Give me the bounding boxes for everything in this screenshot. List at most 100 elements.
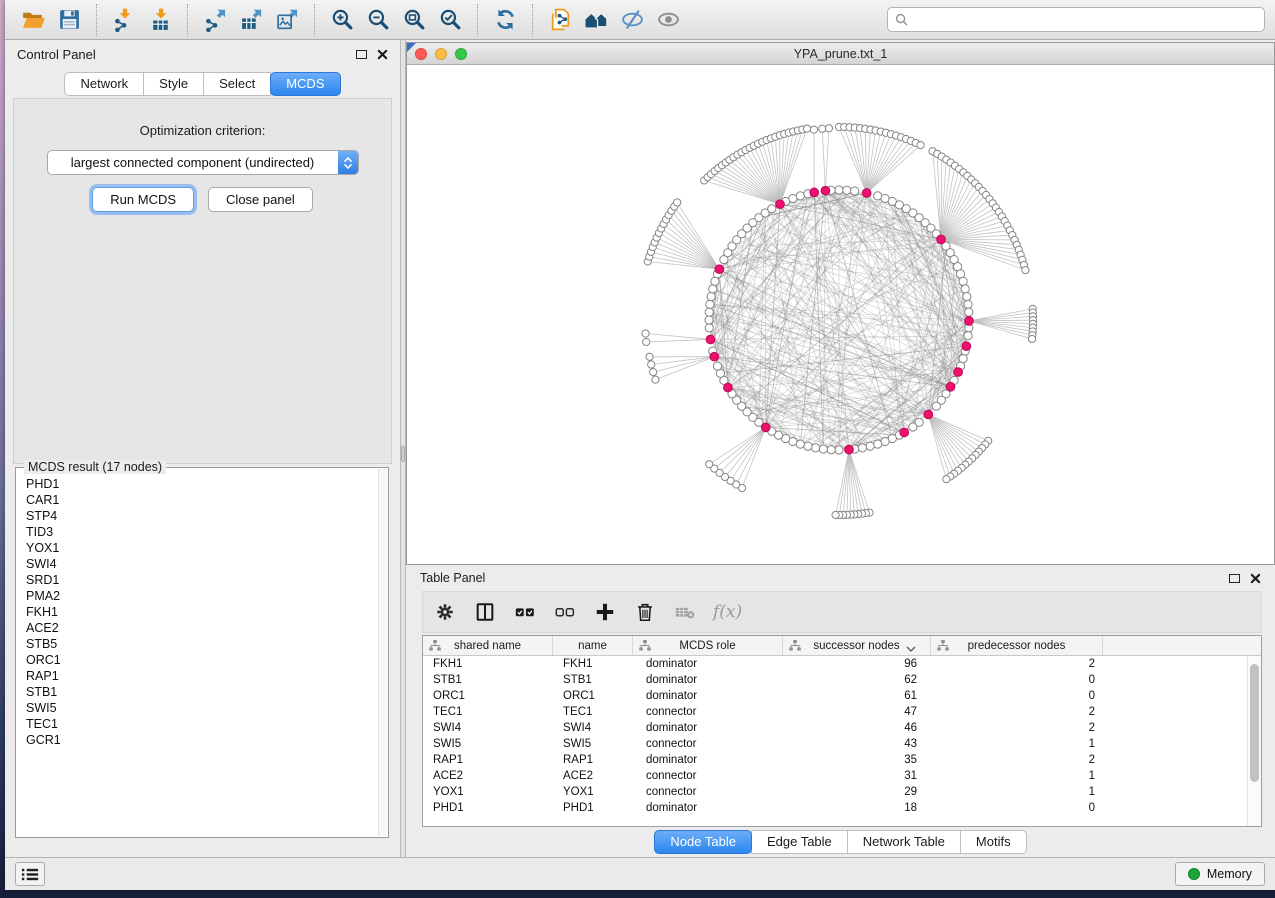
cell[interactable]: SWI4 [553, 722, 633, 734]
memory-button[interactable]: Memory [1175, 862, 1265, 886]
settings-button[interactable] [433, 600, 457, 624]
birdseye-view-button[interactable] [578, 4, 614, 36]
cell[interactable]: TEC1 [553, 706, 633, 718]
table-row[interactable]: SWI4SWI4dominator462 [423, 720, 1247, 736]
cell[interactable]: SWI5 [423, 738, 553, 750]
cell[interactable]: STB1 [423, 674, 553, 686]
network-canvas[interactable] [407, 65, 1274, 564]
tab-select[interactable]: Select [203, 72, 271, 96]
sort-caret-icon[interactable] [906, 643, 916, 649]
network-graph[interactable] [407, 65, 1274, 564]
mcds-result-item[interactable]: FKH1 [26, 604, 378, 620]
cell[interactable]: 1 [931, 770, 1103, 782]
cell[interactable]: ORC1 [423, 690, 553, 702]
tab-mcds[interactable]: MCDS [270, 72, 340, 96]
mcds-result-item[interactable]: PHD1 [26, 476, 378, 492]
table-row[interactable]: YOX1YOX1connector291 [423, 784, 1247, 800]
deselect-all-button[interactable] [553, 600, 577, 624]
mcds-result-item[interactable]: TID3 [26, 524, 378, 540]
mcds-result-list[interactable]: PHD1CAR1STP4TID3YOX1SWI4SRD1PMA2FKH1ACE2… [17, 476, 378, 836]
cell[interactable]: RAP1 [423, 754, 553, 766]
mcds-result-item[interactable]: GCR1 [26, 732, 378, 748]
column-header-predecessor-nodes[interactable]: predecessor nodes [931, 636, 1103, 655]
mcds-result-item[interactable]: TEC1 [26, 716, 378, 732]
mcds-result-item[interactable]: STB5 [26, 636, 378, 652]
show-columns-button[interactable] [473, 600, 497, 624]
show-details-button[interactable] [650, 4, 686, 36]
cell[interactable]: dominator [633, 754, 783, 766]
cell[interactable]: dominator [633, 690, 783, 702]
add-row-button[interactable] [593, 600, 617, 624]
table-row[interactable]: RAP1RAP1dominator352 [423, 752, 1247, 768]
zoom-selected-button[interactable] [432, 4, 468, 36]
tab-network-table[interactable]: Network Table [847, 830, 961, 854]
cell[interactable]: connector [633, 770, 783, 782]
mcds-result-item[interactable]: STB1 [26, 684, 378, 700]
cell[interactable]: 2 [931, 754, 1103, 766]
search-box[interactable] [887, 7, 1265, 32]
cell[interactable]: 31 [783, 770, 931, 782]
cell[interactable]: 2 [931, 658, 1103, 670]
cell[interactable]: 2 [931, 706, 1103, 718]
task-history-button[interactable] [15, 862, 45, 886]
refresh-button[interactable] [487, 4, 523, 36]
cell[interactable]: YOX1 [553, 786, 633, 798]
delete-row-button[interactable] [633, 600, 657, 624]
cell[interactable]: ORC1 [553, 690, 633, 702]
network-window-titlebar[interactable]: YPA_prune.txt_1 [407, 43, 1274, 65]
table-row[interactable]: TEC1TEC1connector472 [423, 704, 1247, 720]
cell[interactable]: 0 [931, 690, 1103, 702]
table-row[interactable]: STB1STB1dominator620 [423, 672, 1247, 688]
cell[interactable]: 35 [783, 754, 931, 766]
cell[interactable]: PHD1 [423, 802, 553, 814]
hide-details-button[interactable] [614, 4, 650, 36]
mcds-result-item[interactable]: ACE2 [26, 620, 378, 636]
search-input[interactable] [913, 13, 1257, 27]
export-network-button[interactable] [197, 4, 233, 36]
table-row[interactable]: PHD1PHD1dominator180 [423, 800, 1247, 816]
zoom-out-button[interactable] [360, 4, 396, 36]
cell[interactable]: connector [633, 738, 783, 750]
clone-network-button[interactable] [542, 4, 578, 36]
mcds-result-item[interactable]: ORC1 [26, 652, 378, 668]
cell[interactable]: FKH1 [423, 658, 553, 670]
tab-motifs[interactable]: Motifs [960, 830, 1027, 854]
cell[interactable]: connector [633, 706, 783, 718]
tab-edge-table[interactable]: Edge Table [751, 830, 848, 854]
table-row[interactable]: ACE2ACE2connector311 [423, 768, 1247, 784]
cell[interactable]: TEC1 [423, 706, 553, 718]
cell[interactable]: 1 [931, 738, 1103, 750]
table-scrollbar-thumb[interactable] [1250, 664, 1259, 782]
column-header-shared-name[interactable]: shared name [423, 636, 553, 655]
mcds-result-scrollbar[interactable] [378, 469, 387, 836]
table-row[interactable]: FKH1FKH1dominator962 [423, 656, 1247, 672]
run-mcds-button[interactable]: Run MCDS [92, 187, 194, 212]
open-file-button[interactable] [15, 4, 51, 36]
select-all-button[interactable] [513, 600, 537, 624]
mcds-result-item[interactable]: RAP1 [26, 668, 378, 684]
close-panel-button[interactable]: Close panel [208, 187, 313, 212]
zoom-fit-button[interactable] [396, 4, 432, 36]
cell[interactable]: 62 [783, 674, 931, 686]
export-table-button[interactable] [233, 4, 269, 36]
cell[interactable]: 61 [783, 690, 931, 702]
mcds-result-item[interactable]: PMA2 [26, 588, 378, 604]
cell[interactable]: 47 [783, 706, 931, 718]
mcds-result-item[interactable]: STP4 [26, 508, 378, 524]
float-table-panel-icon[interactable] [1229, 574, 1240, 583]
cell[interactable]: 29 [783, 786, 931, 798]
export-image-button[interactable] [269, 4, 305, 36]
column-header-successor-nodes[interactable]: successor nodes [783, 636, 931, 655]
close-table-panel-icon[interactable] [1250, 573, 1261, 584]
zoom-in-button[interactable] [324, 4, 360, 36]
table-row[interactable]: SWI5SWI5connector431 [423, 736, 1247, 752]
cell[interactable]: dominator [633, 722, 783, 734]
cell[interactable]: PHD1 [553, 802, 633, 814]
cell[interactable]: ACE2 [423, 770, 553, 782]
import-table-button[interactable] [142, 4, 178, 36]
cell[interactable]: dominator [633, 674, 783, 686]
cell[interactable]: 2 [931, 722, 1103, 734]
mcds-result-item[interactable]: YOX1 [26, 540, 378, 556]
import-network-button[interactable] [106, 4, 142, 36]
optimization-select[interactable]: largest connected component (undirected) [47, 150, 359, 175]
